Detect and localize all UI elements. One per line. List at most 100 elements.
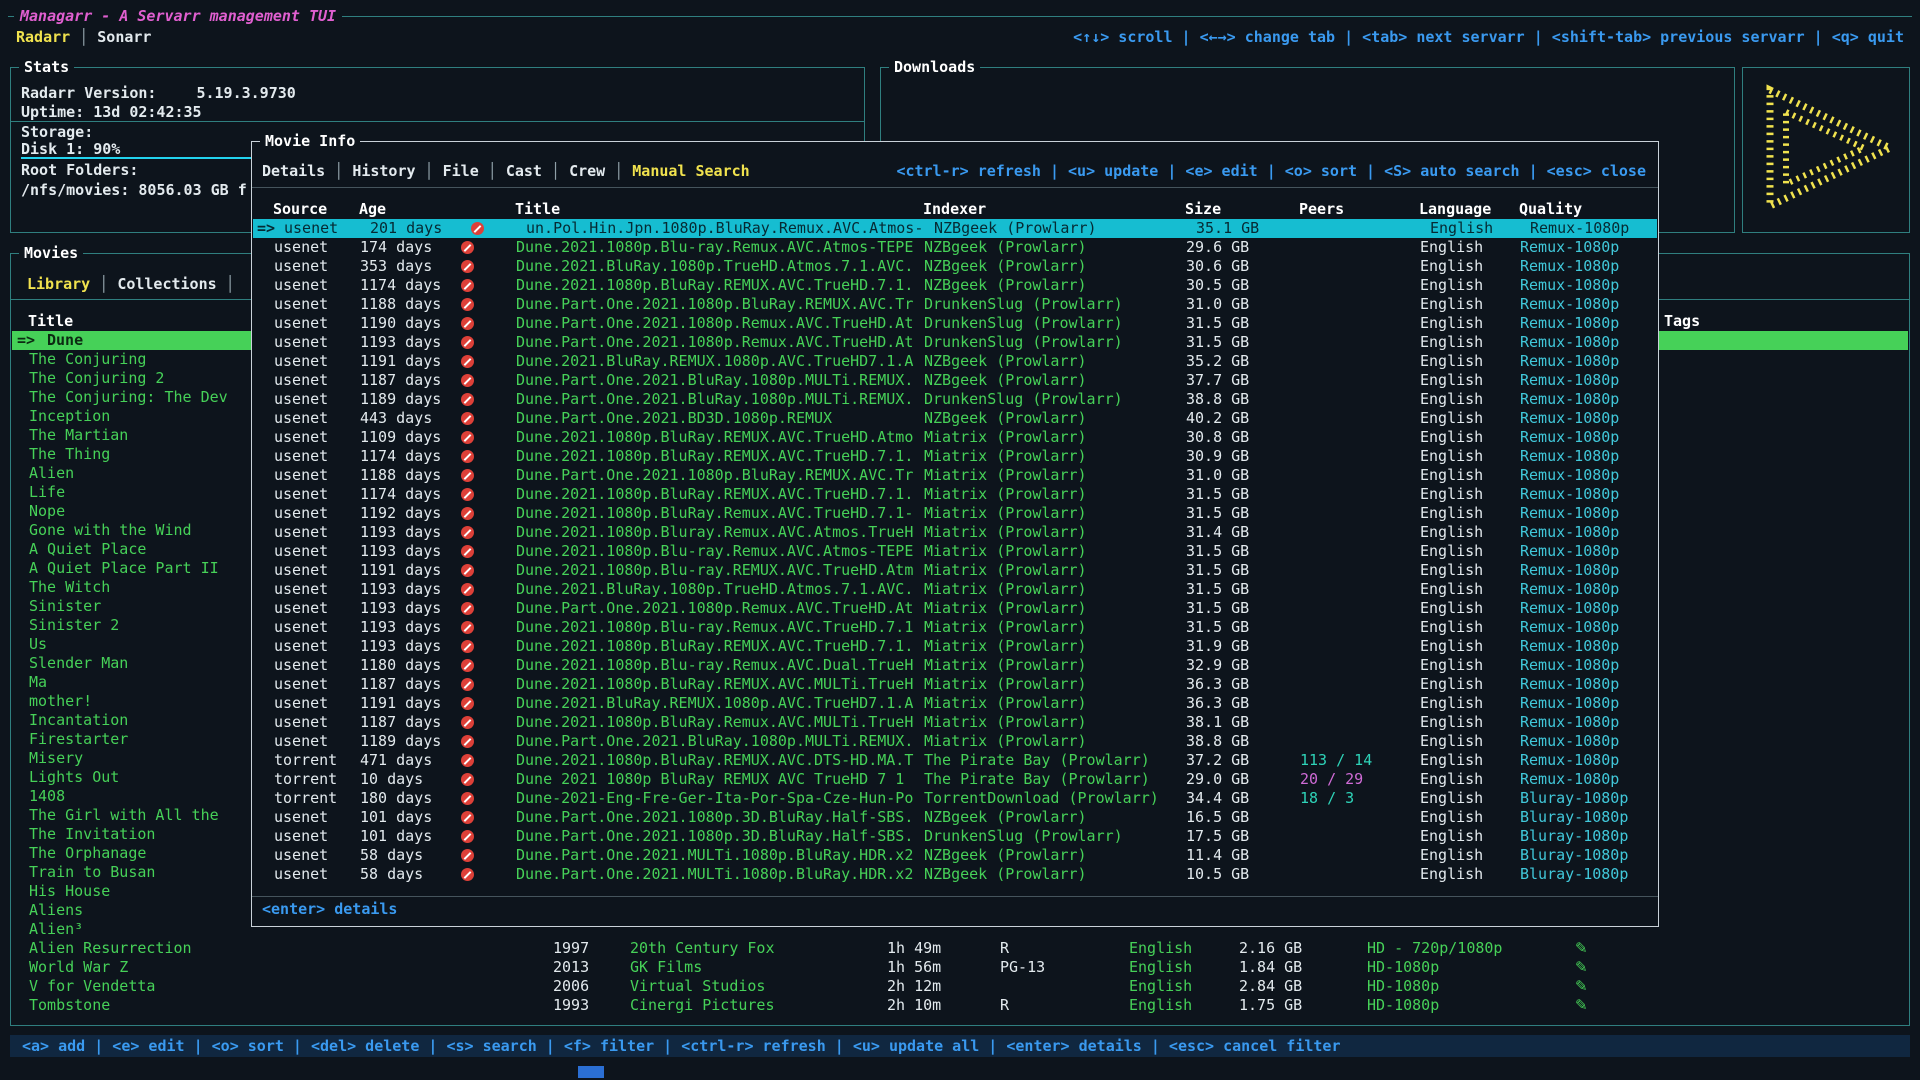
radarr-version-label: Radarr Version: [21,84,156,102]
logo-panel [1742,67,1910,233]
result-source: usenet [274,618,328,637]
result-source: usenet [274,580,328,599]
result-language: English [1420,390,1483,409]
result-source: usenet [274,827,328,846]
search-result-row[interactable]: usenet1191 daysDune.2021.BluRay.REMUX.10… [253,694,1657,713]
rejection-no-entry-icon [461,488,474,501]
tab-sonarr[interactable]: Sonarr [97,28,151,46]
search-result-row[interactable]: usenet1187 daysDune.Part.One.2021.BluRay… [253,371,1657,390]
rejection-no-entry-icon [461,450,474,463]
search-result-row[interactable]: usenet1187 daysDune.2021.1080p.BluRay.Re… [253,713,1657,732]
search-result-row[interactable]: usenet101 daysDune.Part.One.2021.1080p.3… [253,827,1657,846]
search-result-row[interactable]: usenet1193 daysDune.Part.One.2021.1080p.… [253,333,1657,352]
search-result-row[interactable]: usenet1109 daysDune.2021.1080p.BluRay.RE… [253,428,1657,447]
result-source: usenet [274,713,328,732]
result-indexer: Miatrix (Prowlarr) [924,618,1184,637]
edit-pencil-icon: ✎ [1575,939,1588,958]
movie-row[interactable]: V for Vendetta2006Virtual Studios2h 12mE… [12,977,1908,996]
search-result-row[interactable]: usenet58 daysDune.Part.One.2021.MULTi.10… [253,865,1657,884]
search-result-row[interactable]: usenet1174 daysDune.2021.1080p.BluRay.RE… [253,447,1657,466]
search-result-row[interactable]: usenet1188 daysDune.Part.One.2021.1080p.… [253,295,1657,314]
movie-title: Gone with the Wind [29,521,253,540]
search-result-row[interactable]: usenet1193 daysDune.2021.BluRay.1080p.Tr… [253,580,1657,599]
search-result-row[interactable]: usenet1180 daysDune.2021.1080p.Blu-ray.R… [253,656,1657,675]
result-size: 36.3 GB [1186,694,1249,713]
rejection-no-entry-icon [461,564,474,577]
search-result-row[interactable]: usenet1190 daysDune.Part.One.2021.1080p.… [253,314,1657,333]
search-result-row[interactable]: usenet1191 daysDune.2021.BluRay.REMUX.10… [253,352,1657,371]
result-source: usenet [274,542,328,561]
movie-year: 1993 [553,996,589,1015]
search-result-row[interactable]: usenet1188 daysDune.Part.One.2021.1080p.… [253,466,1657,485]
result-source: usenet [284,219,338,238]
result-source: usenet [274,409,328,428]
result-indexer: NZBgeek (Prowlarr) [934,219,1194,238]
search-result-row[interactable]: usenet1193 daysDune.2021.1080p.Bluray.Re… [253,523,1657,542]
rejection-no-entry-icon [461,545,474,558]
rejection-no-entry-icon [461,583,474,596]
play-triangle-logo [1752,80,1902,220]
result-size: 16.5 GB [1186,808,1249,827]
result-quality: Bluray-1080p [1520,846,1628,865]
result-indexer: Miatrix (Prowlarr) [924,675,1184,694]
result-title: un.Pol.Hin.Jpn.1080p.BluRay.Remux.AVC.At… [526,219,932,238]
movie-title: Us [29,635,253,654]
search-result-row[interactable]: usenet1187 daysDune.2021.1080p.BluRay.RE… [253,675,1657,694]
search-result-row[interactable]: usenet1193 daysDune.2021.1080p.BluRay.RE… [253,637,1657,656]
search-result-row[interactable]: usenet1174 daysDune.2021.1080p.BluRay.RE… [253,485,1657,504]
result-size: 38.1 GB [1186,713,1249,732]
result-age: 1191 days [360,352,441,371]
tab-radarr[interactable]: Radarr [16,28,70,46]
rejection-no-entry-icon [461,849,474,862]
result-title: Dune.2021.1080p.Blu-ray.REMUX.AVC.TrueHD… [516,561,922,580]
search-result-row[interactable]: torrent180 daysDune-2021-Eng-Fre-Ger-Ita… [253,789,1657,808]
result-size: 31.5 GB [1186,485,1249,504]
result-title: Dune.2021.1080p.Blu-ray.Remux.AVC.Dual.T… [516,656,922,675]
result-language: English [1420,827,1483,846]
result-indexer: The Pirate Bay (Prowlarr) [924,751,1184,770]
rejection-no-entry-icon [461,868,474,881]
result-indexer: Miatrix (Prowlarr) [924,694,1184,713]
result-indexer: The Pirate Bay (Prowlarr) [924,770,1184,789]
search-result-row[interactable]: =>usenet201 daysun.Pol.Hin.Jpn.1080p.Blu… [253,219,1657,238]
rejection-no-entry-icon [461,773,474,786]
movie-title: mother! [29,692,253,711]
search-result-row[interactable]: usenet1174 daysDune.2021.1080p.BluRay.RE… [253,276,1657,295]
result-title: Dune.Part.One.2021.MULTi.1080p.BluRay.HD… [516,865,922,884]
search-result-row[interactable]: usenet58 daysDune.Part.One.2021.MULTi.10… [253,846,1657,865]
rejection-no-entry-icon [461,659,474,672]
result-size: 30.5 GB [1186,276,1249,295]
movie-row[interactable]: Tombstone1993Cinergi Pictures2h 10mREngl… [12,996,1908,1015]
rejection-no-entry-icon [461,697,474,710]
search-result-row[interactable]: torrent10 daysDune 2021 1080p BluRay REM… [253,770,1657,789]
search-result-row[interactable]: usenet101 daysDune.Part.One.2021.1080p.3… [253,808,1657,827]
movie-runtime: 2h 10m [887,996,941,1015]
search-result-row[interactable]: usenet174 daysDune.2021.1080p.Blu-ray.Re… [253,238,1657,257]
movie-title: Incantation [29,711,253,730]
search-result-row[interactable]: usenet1191 daysDune.2021.1080p.Blu-ray.R… [253,561,1657,580]
search-result-row[interactable]: usenet1189 daysDune.Part.One.2021.BluRay… [253,732,1657,751]
movie-row[interactable]: Alien Resurrection199720th Century Fox1h… [12,939,1908,958]
search-result-row[interactable]: usenet1189 daysDune.Part.One.2021.BluRay… [253,390,1657,409]
search-result-row[interactable]: usenet1193 daysDune.2021.1080p.Blu-ray.R… [253,542,1657,561]
movie-row[interactable]: World War Z2013GK Films1h 56mPG-13Englis… [12,958,1908,977]
rejection-no-entry-icon [461,260,474,273]
search-result-row[interactable]: usenet443 daysDune.Part.One.2021.BD3D.10… [253,409,1657,428]
search-result-row[interactable]: usenet1193 daysDune.2021.1080p.Blu-ray.R… [253,618,1657,637]
result-quality: Remux-1080p [1520,276,1619,295]
search-result-row[interactable]: usenet1192 daysDune.2021.1080p.BluRay.Re… [253,504,1657,523]
rejection-no-entry-icon [461,602,474,615]
result-quality: Remux-1080p [1520,466,1619,485]
movie-quality: HD - 720p/1080p [1367,939,1502,958]
result-title: Dune.Part.One.2021.1080p.3D.BluRay.Half-… [516,827,922,846]
search-result-row[interactable]: torrent471 daysDune.2021.1080p.BluRay.RE… [253,751,1657,770]
movie-studio: Virtual Studios [630,977,765,996]
search-result-row[interactable]: usenet353 daysDune.2021.BluRay.1080p.Tru… [253,257,1657,276]
movie-title: Slender Man [29,654,253,673]
result-size: 30.6 GB [1186,257,1249,276]
result-age: 1191 days [360,694,441,713]
result-age: 1189 days [360,732,441,751]
search-result-row[interactable]: usenet1193 daysDune.Part.One.2021.1080p.… [253,599,1657,618]
result-language: English [1420,751,1483,770]
result-title: Dune.Part.One.2021.BluRay.1080p.MULTi.RE… [516,371,922,390]
